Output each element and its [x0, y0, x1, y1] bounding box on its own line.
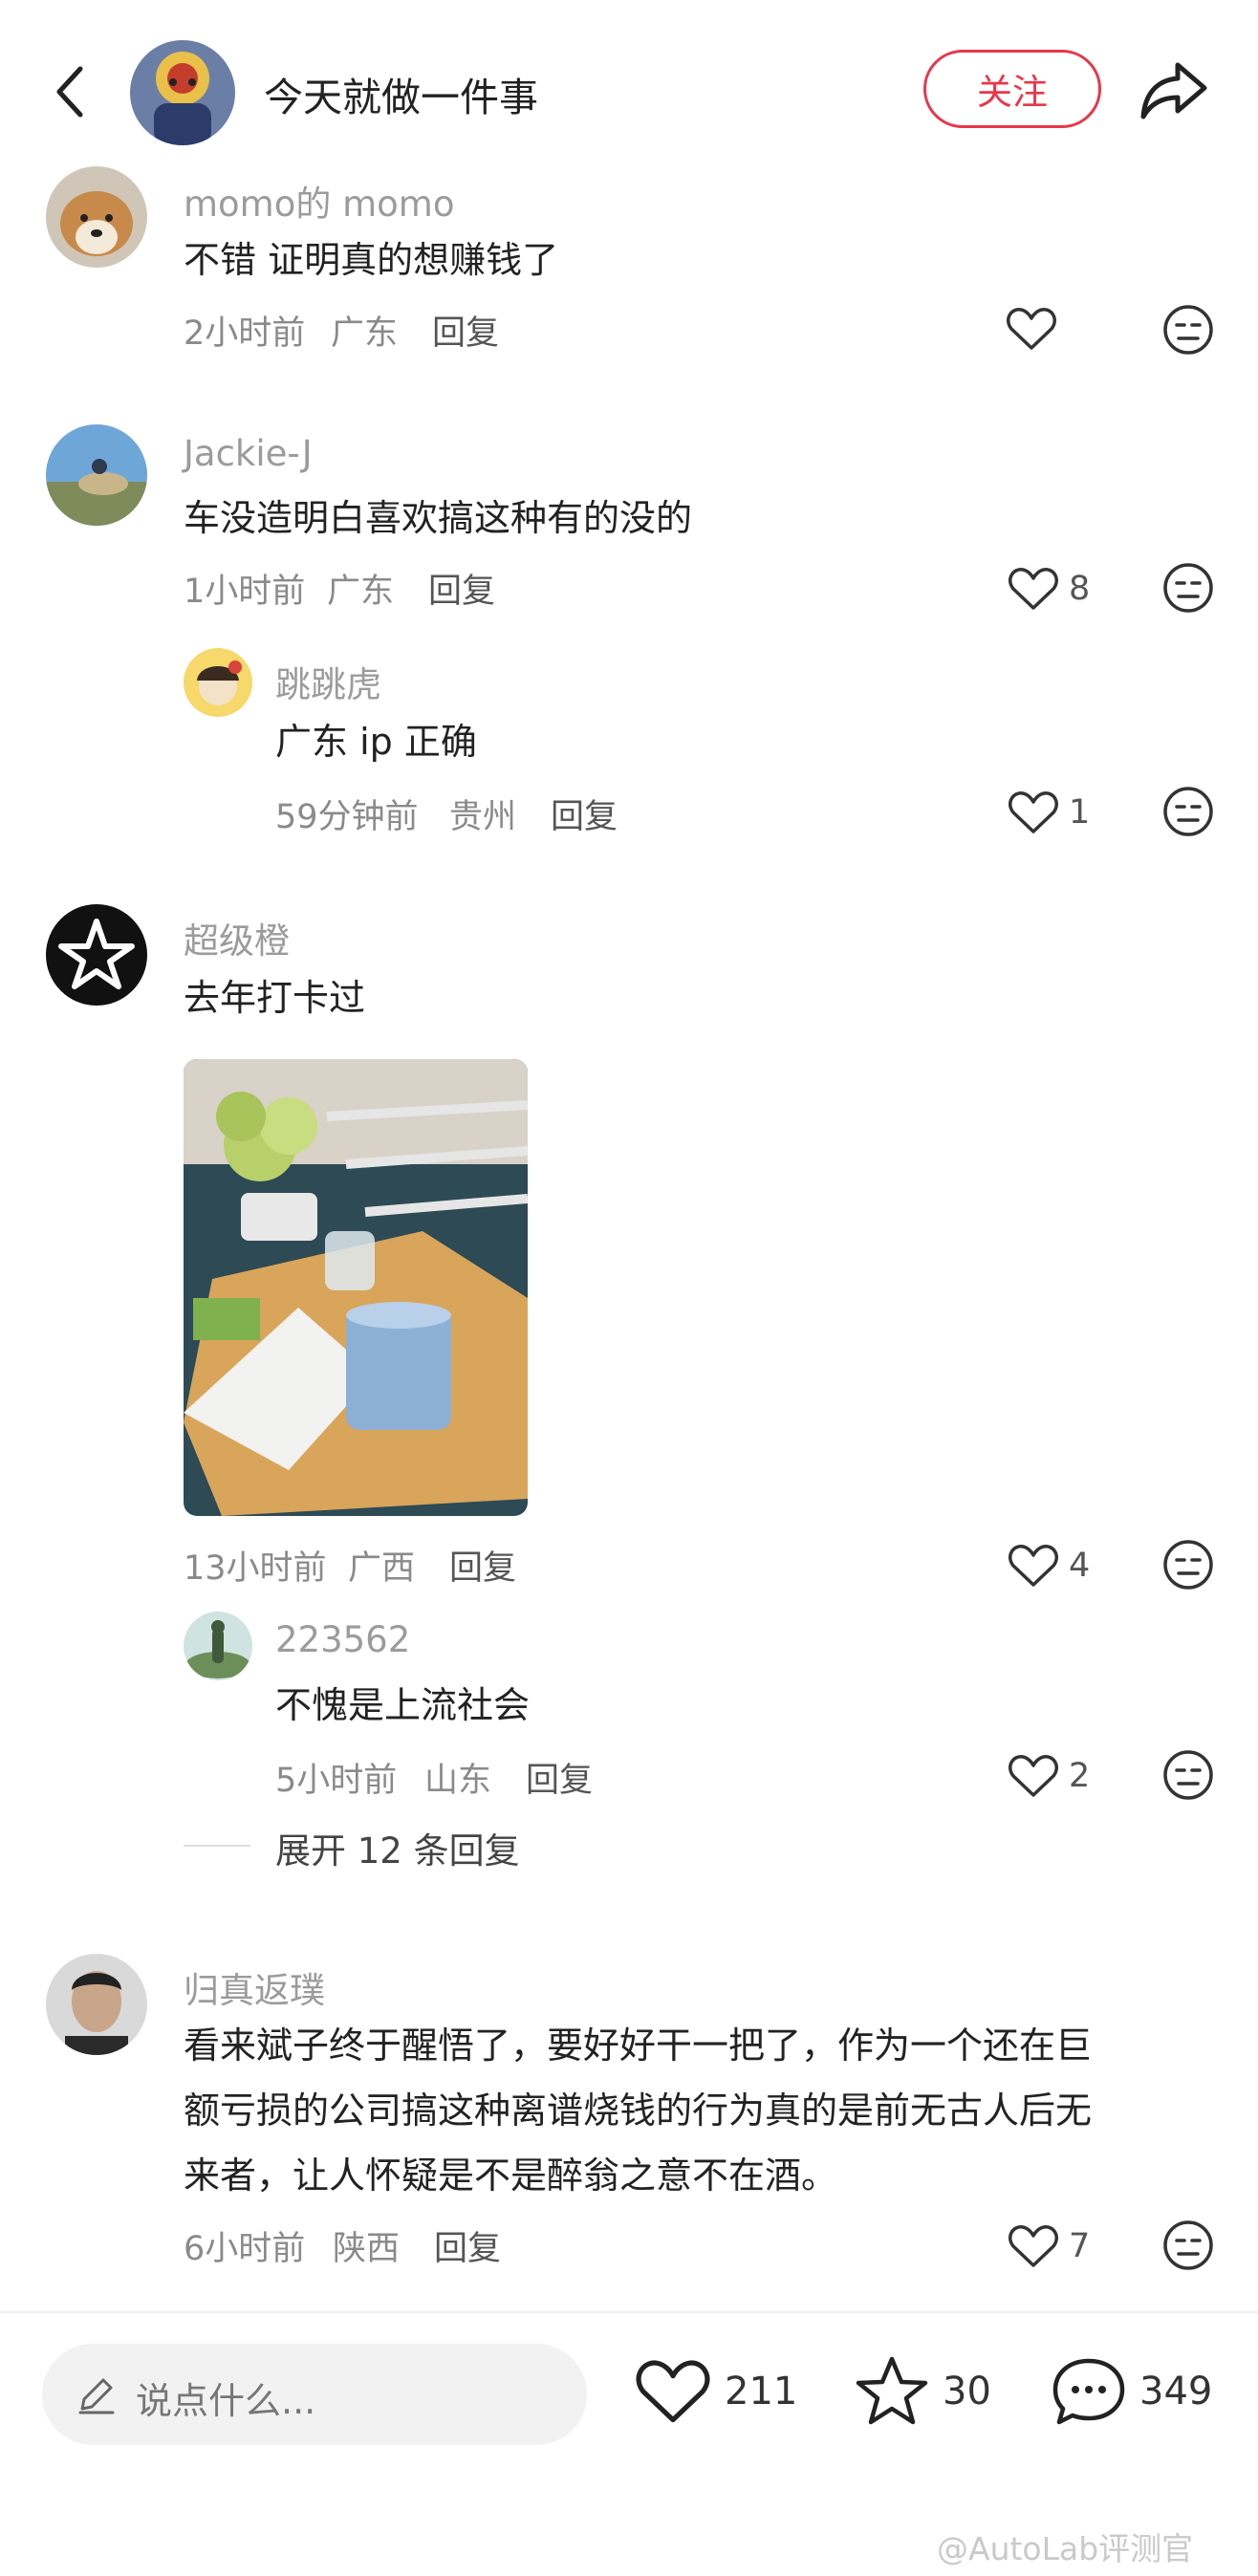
- comment-username[interactable]: 归真返璞: [184, 1961, 325, 2013]
- like-button[interactable]: 4: [1008, 1543, 1090, 1589]
- like-count: 4: [1069, 1547, 1091, 1585]
- avatar[interactable]: [46, 1954, 147, 2055]
- comment-username[interactable]: momo的 momo: [184, 175, 454, 227]
- reply-button[interactable]: 回复: [551, 790, 618, 838]
- comment-input-placeholder: 说点什么...: [136, 2380, 316, 2422]
- comment-count: 349: [1139, 2370, 1213, 2414]
- reply-time: 59分钟前: [275, 798, 419, 836]
- like-button[interactable]: 2: [1008, 1753, 1090, 1799]
- like-count: 2: [1069, 1757, 1091, 1795]
- reply-button[interactable]: 回复: [432, 306, 499, 355]
- comment-location: 广东: [327, 573, 395, 611]
- comment-text-line: 看来斌子终于醒悟了，要好好干一把了，作为一个还在巨: [184, 2024, 1093, 2067]
- reply-button[interactable]: 回复: [428, 564, 495, 613]
- heart-icon: [1009, 791, 1058, 833]
- comment-location: 广西: [348, 1549, 416, 1588]
- heart-icon: [1009, 2225, 1058, 2267]
- reply-button[interactable]: 回复: [449, 1541, 516, 1590]
- heart-icon: [1009, 1545, 1058, 1587]
- like-button[interactable]: [1006, 306, 1067, 352]
- comment-time: 13小时前: [184, 1549, 327, 1588]
- like-button[interactable]: 8: [1008, 566, 1090, 612]
- favorite-button[interactable]: 30: [855, 2355, 991, 2428]
- avatar[interactable]: [46, 166, 147, 268]
- comment-text-line: 来者，让人怀疑是不是醉翁之意不在酒。: [184, 2154, 838, 2197]
- avatar[interactable]: [184, 648, 252, 717]
- star-icon: [856, 2356, 928, 2425]
- back-arrow-icon[interactable]: [50, 63, 92, 120]
- reply-text: 广东 ip 正确: [275, 721, 477, 763]
- follow-button[interactable]: 关注: [923, 50, 1101, 128]
- dislike-face-icon[interactable]: [1162, 2219, 1214, 2271]
- comment-text: 车没造明白喜欢搞这种有的没的: [184, 497, 693, 539]
- comment-location: 广东: [331, 314, 399, 353]
- comment-time: 1小时前: [184, 573, 306, 611]
- reply-time: 5小时前: [275, 1762, 398, 1800]
- reply-username[interactable]: 223562: [275, 1619, 410, 1660]
- like-button[interactable]: 1: [1008, 790, 1090, 835]
- avatar[interactable]: [184, 1612, 252, 1680]
- reply-location: 贵州: [449, 798, 517, 836]
- like-count: 1: [1069, 793, 1091, 832]
- page-title: 今天就做一件事: [264, 75, 538, 120]
- like-button[interactable]: 7: [1008, 2223, 1090, 2269]
- comment-username[interactable]: 超级橙: [184, 912, 290, 963]
- pencil-icon: [78, 2378, 115, 2414]
- bottom-bar-divider: [0, 2311, 1258, 2313]
- author-avatar[interactable]: [130, 40, 235, 145]
- comment-location: 陕西: [333, 2230, 401, 2268]
- watermark: @AutoLab评测官: [937, 2530, 1194, 2567]
- like-count: 8: [1069, 570, 1091, 608]
- comment-time: 2小时前: [184, 314, 306, 353]
- heart-icon: [1007, 308, 1056, 350]
- like-count: 7: [1069, 2227, 1091, 2265]
- favorite-count: 30: [943, 2370, 991, 2414]
- avatar[interactable]: [46, 424, 147, 526]
- chat-bubble-icon: [1052, 2358, 1125, 2425]
- dislike-face-icon[interactable]: [1162, 562, 1214, 614]
- post-like-count: 211: [725, 2370, 798, 2414]
- reply-button[interactable]: 回复: [434, 2221, 501, 2270]
- share-icon[interactable]: [1138, 57, 1210, 124]
- expand-replies-button[interactable]: 展开 12 条回复: [275, 1822, 520, 1873]
- heart-icon: [1009, 1755, 1058, 1797]
- comment-username[interactable]: Jackie-J: [184, 433, 313, 474]
- dislike-face-icon[interactable]: [1162, 1539, 1214, 1591]
- dislike-face-icon[interactable]: [1162, 1749, 1214, 1801]
- comments-button[interactable]: 349: [1052, 2355, 1212, 2428]
- expand-divider: [184, 1845, 250, 1847]
- comment-image[interactable]: [184, 1059, 528, 1516]
- reply-button[interactable]: 回复: [526, 1753, 593, 1802]
- heart-icon: [636, 2360, 710, 2423]
- comment-time: 6小时前: [184, 2230, 306, 2268]
- dislike-face-icon[interactable]: [1162, 786, 1214, 837]
- dislike-face-icon[interactable]: [1162, 304, 1214, 356]
- reply-text: 不愧是上流社会: [275, 1684, 531, 1726]
- reply-location: 山东: [424, 1762, 492, 1800]
- avatar[interactable]: [46, 904, 147, 1006]
- comment-text: 去年打卡过: [184, 977, 366, 1019]
- post-like-button[interactable]: 211: [635, 2357, 797, 2426]
- comment-text: 不错 证明真的想赚钱了: [184, 239, 559, 281]
- heart-icon: [1009, 568, 1058, 610]
- comment-text-line: 额亏损的公司搞这种离谱烧钱的行为真的是前无古人后无: [184, 2089, 1093, 2132]
- reply-username[interactable]: 跳跳虎: [275, 656, 381, 707]
